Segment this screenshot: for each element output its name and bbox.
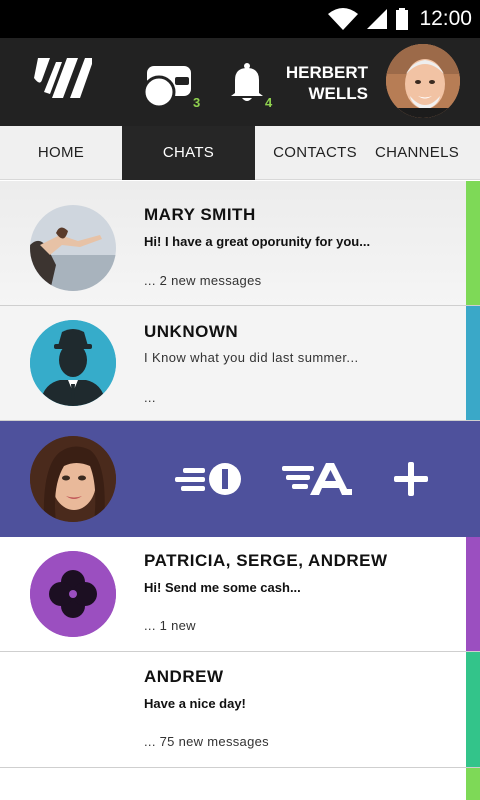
chat-item-mary-smith[interactable]: MARY SMITH Hi! I have a great oporunity … bbox=[0, 181, 480, 306]
chat-meta: ... 2 new messages bbox=[144, 273, 262, 288]
bowler-hat-avatar-icon bbox=[30, 320, 116, 406]
user-first-name: HERBERT bbox=[285, 63, 368, 82]
status-icons: 12:00 bbox=[327, 0, 472, 38]
chat-item-andrew[interactable]: ANDREW Have a nice day! ... 75 new messa… bbox=[0, 652, 480, 768]
tab-chats[interactable]: CHATS bbox=[122, 126, 255, 180]
chat-color-stripe bbox=[466, 652, 480, 767]
chat-message-preview: Hi! Send me some cash... bbox=[144, 580, 301, 595]
chat-meta: ... 1 new bbox=[144, 618, 196, 633]
chat-color-stripe bbox=[466, 537, 480, 651]
user-avatar-image bbox=[386, 44, 460, 118]
chat-item-unknown[interactable]: UNKNOWN I Know what you did last summer.… bbox=[0, 306, 480, 421]
chat-color-stripe bbox=[466, 181, 480, 305]
chat-color-stripe bbox=[466, 306, 480, 420]
user-last-name: WELLS bbox=[308, 84, 369, 103]
chat-name: MARY SMITH bbox=[144, 205, 256, 224]
signal-icon bbox=[367, 9, 388, 29]
avatar[interactable] bbox=[30, 436, 116, 522]
chat-message-preview: Have a nice day! bbox=[144, 696, 246, 711]
status-time: 12:00 bbox=[419, 7, 472, 30]
logo-icon[interactable] bbox=[30, 58, 92, 98]
battery-icon bbox=[396, 8, 409, 30]
tab-contacts[interactable]: CONTACTS bbox=[268, 126, 362, 180]
plus-icon[interactable] bbox=[391, 457, 431, 501]
chat-meta: ... bbox=[144, 390, 156, 405]
avatar bbox=[30, 205, 116, 291]
tab-bar: HOME CHATS CONTACTS CHANNELS bbox=[0, 126, 480, 180]
chat-item-actions bbox=[0, 421, 480, 537]
wallet-icon[interactable] bbox=[143, 64, 195, 108]
quick-reply-icon[interactable] bbox=[282, 457, 354, 501]
chat-name: ANDREW bbox=[144, 667, 224, 686]
user-avatar[interactable] bbox=[386, 44, 460, 118]
chat-name: PATRICIA, SERGE, ANDREW bbox=[144, 551, 388, 570]
tab-channels[interactable]: CHANNELS bbox=[370, 126, 464, 180]
chat-item-patricia-serge-andrew[interactable]: PATRICIA, SERGE, ANDREW Hi! Send me some… bbox=[0, 537, 480, 652]
quick-pay-icon[interactable] bbox=[173, 457, 243, 501]
wifi-icon bbox=[328, 8, 359, 30]
app-header: 3 4 HERBERT WELLS bbox=[0, 38, 480, 126]
chat-name: UNKNOWN bbox=[144, 322, 239, 341]
chat-message-preview: I Know what you did last summer... bbox=[144, 350, 359, 365]
bell-icon[interactable] bbox=[229, 63, 265, 103]
tab-home[interactable]: HOME bbox=[0, 126, 122, 180]
chat-meta: ... 75 new messages bbox=[144, 734, 269, 749]
chat-color-stripe bbox=[466, 768, 480, 800]
chat-item-partial[interactable] bbox=[0, 768, 480, 800]
user-name[interactable]: HERBERT WELLS bbox=[272, 62, 368, 104]
group-icon bbox=[30, 551, 116, 637]
status-bar: 12:00 bbox=[0, 0, 480, 38]
chat-message-preview: Hi! I have a great oporunity for you... bbox=[144, 234, 371, 249]
wallet-count-badge: 3 bbox=[193, 95, 201, 110]
